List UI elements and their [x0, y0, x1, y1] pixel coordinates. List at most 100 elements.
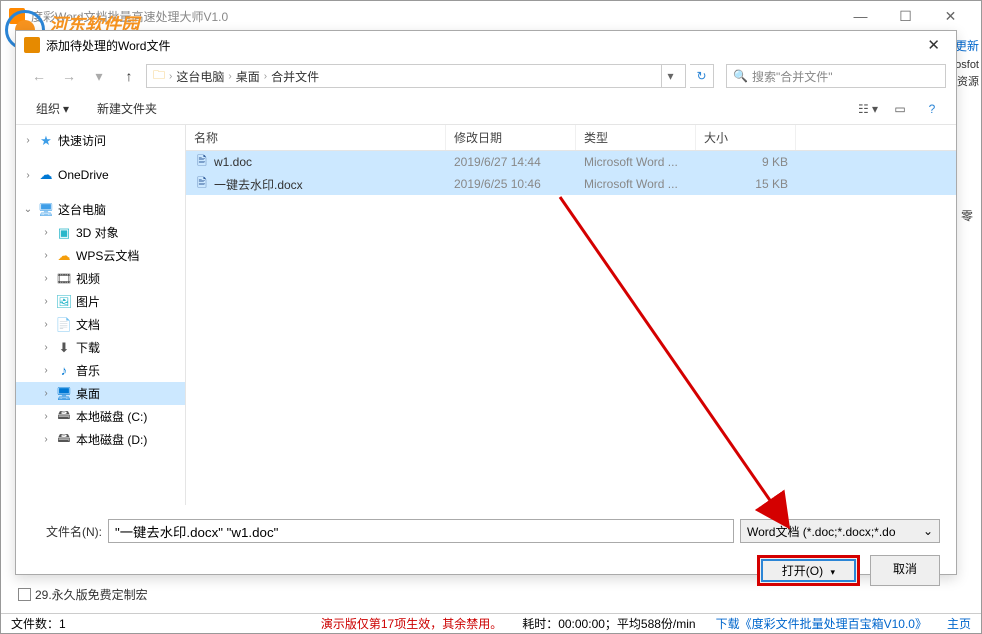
- open-button[interactable]: 打开(O) ▾: [757, 555, 860, 586]
- expand-icon[interactable]: ›: [22, 170, 34, 181]
- expand-icon[interactable]: ›: [40, 342, 52, 353]
- window-controls: — ☐ ✕: [838, 1, 973, 31]
- bg-link-update[interactable]: 更新: [955, 37, 979, 54]
- cloud-icon: ☁: [38, 167, 54, 183]
- home-link[interactable]: 主页: [947, 615, 971, 632]
- sidebar-item-1[interactable]: › ☁WPS云文档: [16, 244, 185, 267]
- search-icon: 🔍: [733, 69, 748, 83]
- ico-doc-icon: 📄: [56, 317, 72, 333]
- close-button[interactable]: ✕: [928, 1, 973, 31]
- sidebar-item-label: 下载: [76, 339, 100, 356]
- sidebar-item-5[interactable]: › ⬇下载: [16, 336, 185, 359]
- expand-icon[interactable]: ›: [40, 273, 52, 284]
- help-icon[interactable]: ?: [918, 98, 946, 120]
- minimize-button[interactable]: —: [838, 1, 883, 31]
- filetype-select[interactable]: Word文档 (*.doc;*.docx;*.do ⌄: [740, 519, 940, 543]
- sidebar-item-7[interactable]: › 🖥桌面: [16, 382, 185, 405]
- word-doc-icon: 🖹: [194, 154, 210, 170]
- filename-input[interactable]: [108, 519, 734, 543]
- organize-button[interactable]: 组织▾: [26, 97, 79, 120]
- file-type: Microsoft Word ...: [576, 177, 696, 191]
- breadcrumb-seg-2[interactable]: 合并文件: [271, 68, 319, 85]
- breadcrumb[interactable]: 🗀 › 这台电脑 › 桌面 › 合并文件 ▾: [146, 64, 686, 88]
- ico-wps-icon: ☁: [56, 248, 72, 264]
- sidebar-item-label: 本地磁盘 (D:): [76, 431, 147, 448]
- chevron-down-icon: ▾: [63, 102, 69, 116]
- expand-icon[interactable]: ›: [40, 296, 52, 307]
- folder-icon: 🗀: [153, 66, 165, 87]
- ico-desk-icon: 🖥: [56, 386, 72, 402]
- trial-warning: 演示版仅第17项生效，其余禁用。: [321, 615, 502, 632]
- bg-titlebar: 度彩Word文档批量高速处理大师V1.0 — ☐ ✕: [1, 1, 981, 31]
- col-type[interactable]: 类型: [576, 125, 696, 150]
- sidebar-item-4[interactable]: › 📄文档: [16, 313, 185, 336]
- expand-icon[interactable]: ›: [40, 411, 52, 422]
- col-date[interactable]: 修改日期: [446, 125, 576, 150]
- refresh-icon[interactable]: ↻: [690, 64, 714, 88]
- expand-icon[interactable]: ›: [22, 135, 34, 146]
- expand-icon[interactable]: ›: [40, 388, 52, 399]
- file-size: 15 KB: [696, 177, 796, 191]
- split-dropdown-icon[interactable]: ▾: [830, 567, 835, 577]
- sidebar-item-label: WPS云文档: [76, 247, 139, 264]
- chevron-right-icon[interactable]: ›: [169, 71, 172, 82]
- back-icon[interactable]: ←: [26, 64, 52, 88]
- chevron-right-icon[interactable]: ›: [228, 71, 231, 82]
- ico-3d-icon: ▣: [56, 225, 72, 241]
- expand-icon[interactable]: ›: [40, 250, 52, 261]
- new-folder-button[interactable]: 新建文件夹: [87, 97, 167, 120]
- collapse-icon[interactable]: ⌄: [22, 204, 34, 215]
- breadcrumb-dropdown-icon[interactable]: ▾: [661, 65, 679, 87]
- sidebar-item-8[interactable]: ›🖴本地磁盘 (C:): [16, 405, 185, 428]
- dialog-close-icon[interactable]: ✕: [919, 36, 948, 54]
- sidebar-item-3[interactable]: ›🖼图片: [16, 290, 185, 313]
- sidebar-quick-access[interactable]: › ★ 快速访问: [16, 129, 185, 152]
- file-date: 2019/6/27 14:44: [446, 155, 576, 169]
- breadcrumb-seg-1[interactable]: 桌面: [236, 68, 260, 85]
- filename-label: 文件名(N):: [32, 523, 102, 540]
- file-row[interactable]: 🖹一键去水印.docx 2019/6/25 10:46Microsoft Word…: [186, 173, 956, 195]
- computer-icon: 🖥: [38, 202, 54, 218]
- sidebar-this-pc[interactable]: ⌄ 🖥 这台电脑: [16, 198, 185, 221]
- elapsed-time: 耗时：00:00:00；平均588份/min: [522, 615, 695, 632]
- sidebar-item-label: 文档: [76, 316, 100, 333]
- ico-dl-icon: ⬇: [56, 340, 72, 356]
- expand-icon[interactable]: ›: [40, 434, 52, 445]
- download-link[interactable]: 下载《度彩文件批量处理百宝箱V10.0》: [716, 615, 927, 632]
- maximize-button[interactable]: ☐: [883, 1, 928, 31]
- sidebar-item-label: 3D 对象: [76, 224, 119, 241]
- recent-dropdown-icon[interactable]: ▾: [86, 64, 112, 88]
- sidebar-item-9[interactable]: ›🖴本地磁盘 (D:): [16, 428, 185, 451]
- view-options-icon[interactable]: ☷ ▾: [854, 98, 882, 120]
- sidebar-onedrive[interactable]: › ☁ OneDrive: [16, 164, 185, 186]
- file-count: 文件数：1: [11, 615, 66, 632]
- expand-icon[interactable]: ›: [40, 319, 52, 330]
- search-input[interactable]: 🔍 搜索"合并文件": [726, 64, 946, 88]
- ico-video-icon: 🎞: [56, 271, 72, 287]
- cancel-button[interactable]: 取消: [870, 555, 940, 586]
- chevron-right-icon[interactable]: ›: [264, 71, 267, 82]
- forward-icon[interactable]: →: [56, 64, 82, 88]
- file-list-header: 名称 修改日期 类型 大小: [186, 125, 956, 151]
- up-icon[interactable]: ↑: [116, 64, 142, 88]
- file-row[interactable]: 🖹w1.doc2019/6/27 14:44Microsoft Word ...…: [186, 151, 956, 173]
- expand-icon[interactable]: ›: [40, 227, 52, 238]
- breadcrumb-seg-0[interactable]: 这台电脑: [176, 68, 224, 85]
- sidebar-item-6[interactable]: ›♪音乐: [16, 359, 185, 382]
- file-type: Microsoft Word ...: [576, 155, 696, 169]
- col-size[interactable]: 大小: [696, 125, 796, 150]
- expand-icon[interactable]: ›: [40, 365, 52, 376]
- sidebar-item-label: 桌面: [76, 385, 100, 402]
- ico-music-icon: ♪: [56, 363, 72, 379]
- file-name: 一键去水印.docx: [214, 176, 303, 193]
- file-date: 2019/6/25 10:46: [446, 177, 576, 191]
- sidebar-item-2[interactable]: ›🎞视频: [16, 267, 185, 290]
- col-name[interactable]: 名称: [186, 125, 446, 150]
- bg-text-osfot: osfot: [955, 59, 979, 71]
- sidebar-item-0[interactable]: › ▣3D 对象: [16, 221, 185, 244]
- file-list: 名称 修改日期 类型 大小 🖹w1.doc2019/6/27 14:44Micr…: [186, 125, 956, 505]
- word-doc-icon: 🖹: [194, 176, 210, 192]
- preview-pane-icon[interactable]: ▭: [886, 98, 914, 120]
- dialog-icon: [24, 37, 40, 53]
- file-rows: 🖹w1.doc2019/6/27 14:44Microsoft Word ...…: [186, 151, 956, 505]
